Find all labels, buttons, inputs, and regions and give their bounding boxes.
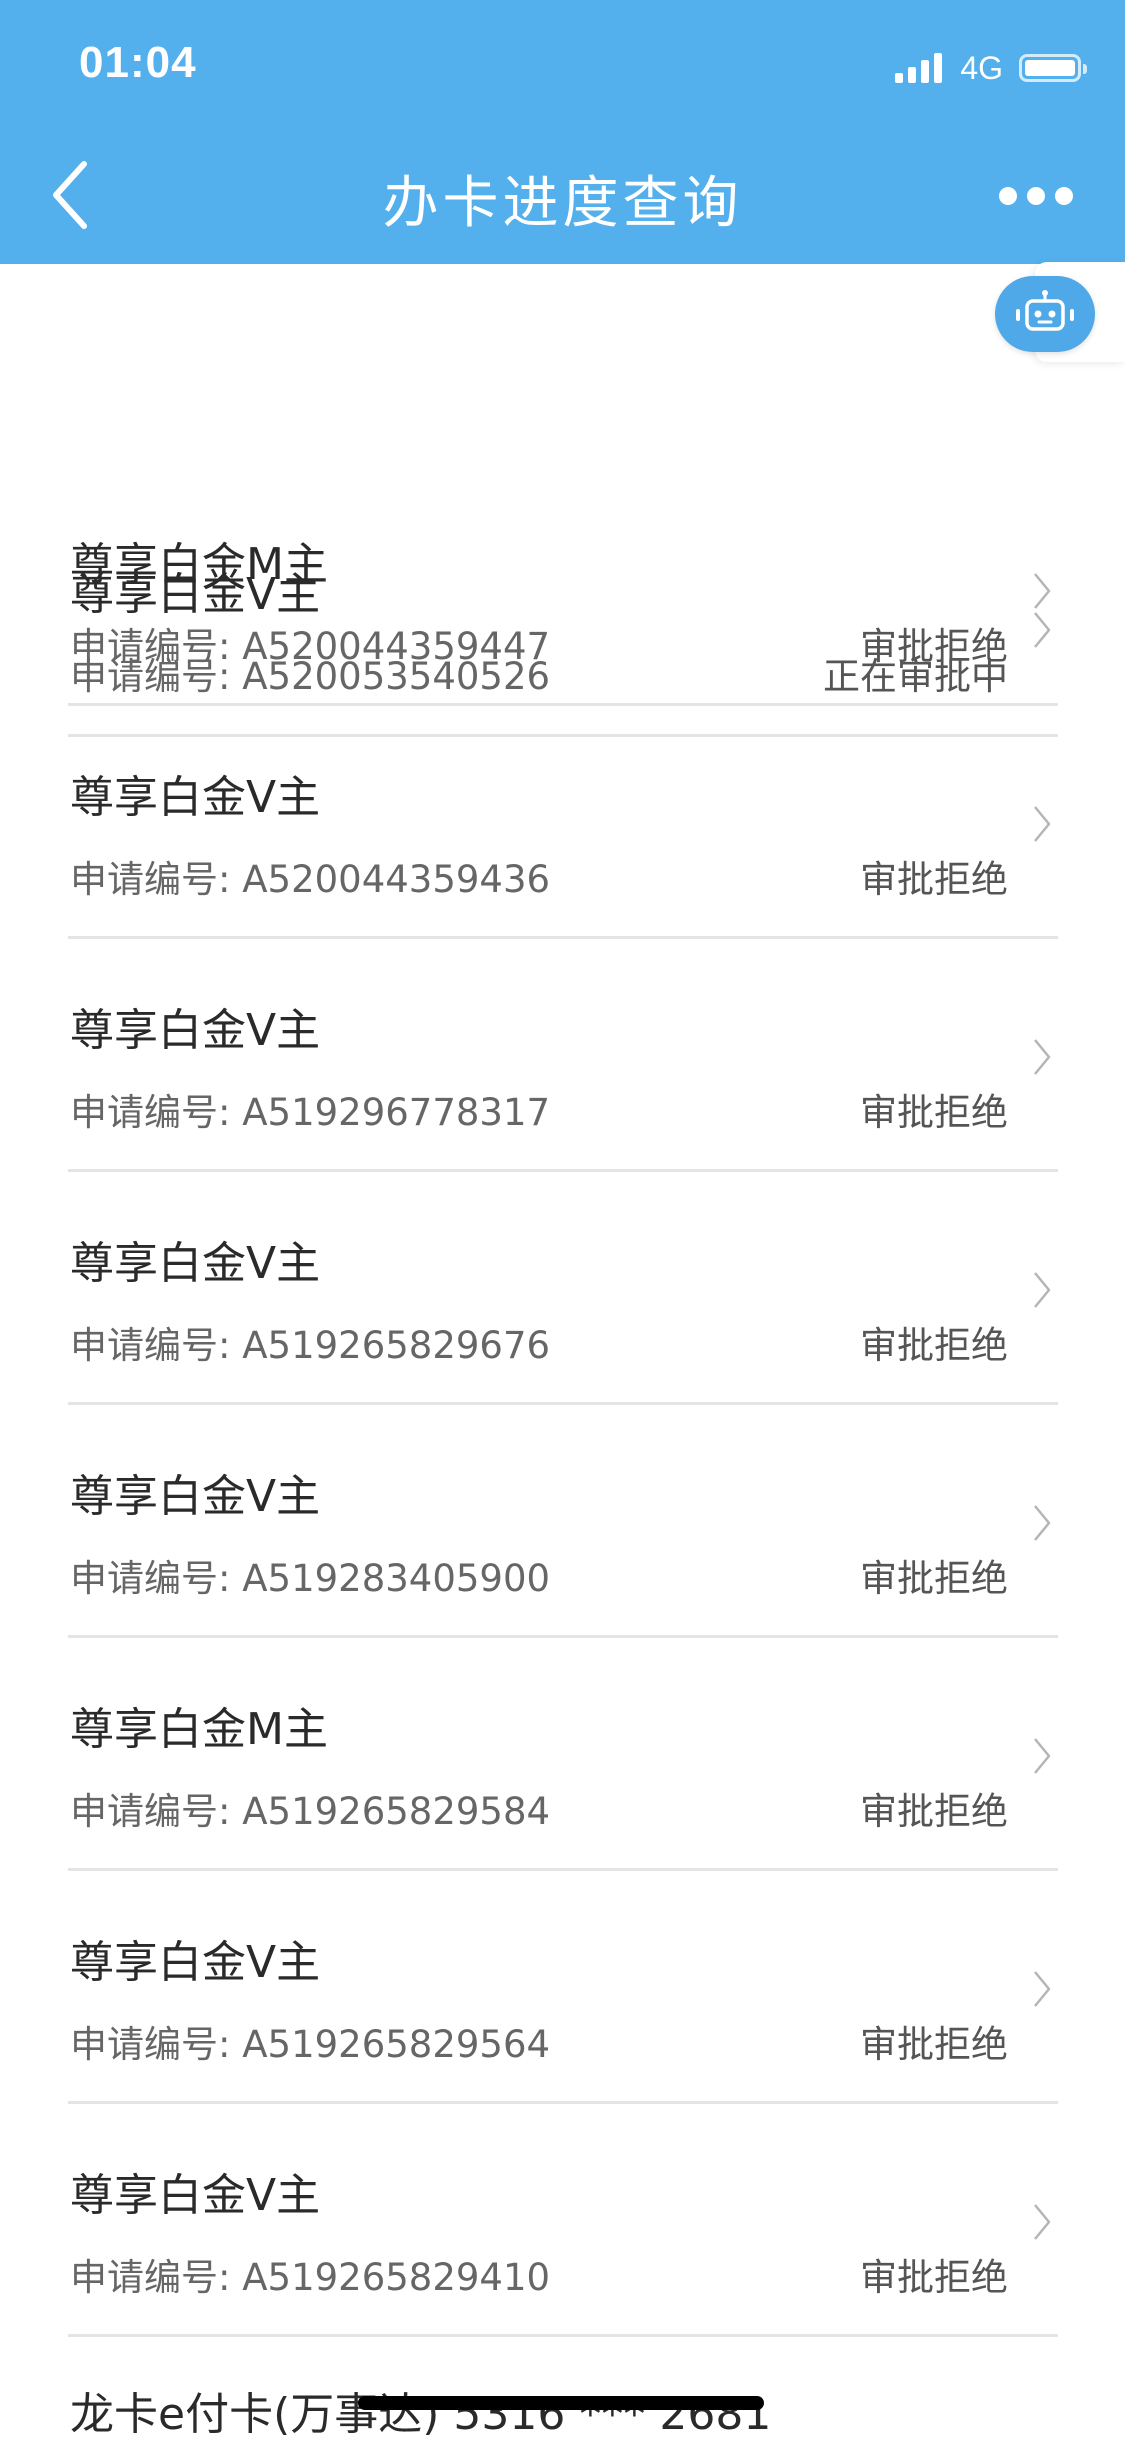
chevron-right-icon: [1034, 806, 1051, 842]
card-name: 尊享白金V主: [70, 1005, 321, 1056]
card-name: 尊享白金V主: [70, 772, 321, 823]
list-item[interactable]: 尊享白金V主 申请编号: A520044359436 审批拒绝: [68, 706, 1058, 939]
application-number: 申请编号: A520044359436: [70, 858, 551, 901]
chevron-right-icon: [1034, 573, 1051, 609]
approval-status: 审批拒绝: [860, 1557, 1008, 1600]
status-indicators: 4G: [895, 48, 1087, 88]
card-name: 尊享白金M主: [70, 539, 328, 590]
application-number: 申请编号: A519265829676: [70, 1324, 551, 1367]
partial-list-item[interactable]: 龙卡e付卡(万事达) 5316 *** 2681: [70, 2378, 771, 2442]
card-name: 尊享白金V主: [70, 1238, 321, 1289]
card-name: 尊享白金V主: [70, 1937, 321, 1988]
chevron-right-icon: [1034, 1505, 1051, 1541]
list-item[interactable]: 尊享白金V主 申请编号: A519265829410 审批拒绝: [68, 2104, 1058, 2337]
application-number: 申请编号: A519265829410: [70, 2256, 551, 2299]
application-number: 申请编号: A519296778317: [70, 1091, 551, 1134]
approval-status: 审批拒绝: [860, 1091, 1008, 1134]
robot-icon: [1016, 290, 1074, 331]
chevron-right-icon: [1034, 1971, 1051, 2007]
card-name: 尊享白金V主: [70, 2170, 321, 2221]
card-name: 尊享白金V主: [70, 1471, 321, 1522]
application-number: 申请编号: A519265829564: [70, 2023, 551, 2066]
signal-icon: [895, 53, 943, 83]
application-number: 申请编号: A519265829584: [70, 1790, 551, 1833]
list-item[interactable]: 尊享白金V主 申请编号: A519283405900 审批拒绝: [68, 1405, 1058, 1638]
back-button[interactable]: [40, 155, 100, 235]
chevron-right-icon: [1034, 1272, 1051, 1308]
card-name: 尊享白金M主: [70, 1704, 328, 1755]
application-number: 申请编号: A519283405900: [70, 1557, 551, 1600]
battery-icon: [1019, 54, 1087, 82]
approval-status: 审批拒绝: [860, 1324, 1008, 1367]
chevron-right-icon: [1034, 1738, 1051, 1774]
chevron-right-icon: [1034, 1039, 1051, 1075]
application-number: 申请编号: A520044359447: [70, 625, 551, 668]
more-button[interactable]: [999, 180, 1073, 212]
list-item[interactable]: 尊享白金V主 申请编号: A519265829676 审批拒绝: [68, 1172, 1058, 1405]
list-item[interactable]: 尊享白金M主 申请编号: A520044359447 审批拒绝: [68, 473, 1058, 706]
back-arrow-icon: [53, 161, 87, 229]
chevron-right-icon: [1034, 2204, 1051, 2240]
top-bar: 01:04 4G 办卡进度查询: [0, 0, 1125, 264]
approval-status: 审批拒绝: [860, 1790, 1008, 1833]
more-dots-icon: [999, 187, 1017, 205]
approval-status: 审批拒绝: [860, 625, 1008, 668]
assistant-button[interactable]: [995, 276, 1095, 352]
approval-status: 审批拒绝: [860, 2256, 1008, 2299]
network-label: 4G: [960, 49, 1003, 86]
home-indicator[interactable]: [358, 2396, 764, 2410]
list-item[interactable]: 尊享白金V主 申请编号: A519296778317 审批拒绝: [68, 939, 1058, 1172]
list-item[interactable]: 尊享白金V主 申请编号: A519265829564 审批拒绝: [68, 1871, 1058, 2104]
status-time: 01:04: [79, 38, 197, 87]
list-item[interactable]: 尊享白金M主 申请编号: A519265829584 审批拒绝: [68, 1638, 1058, 1871]
page-title: 办卡进度查询: [382, 171, 743, 236]
approval-status: 审批拒绝: [860, 2023, 1008, 2066]
approval-status: 审批拒绝: [860, 858, 1008, 901]
